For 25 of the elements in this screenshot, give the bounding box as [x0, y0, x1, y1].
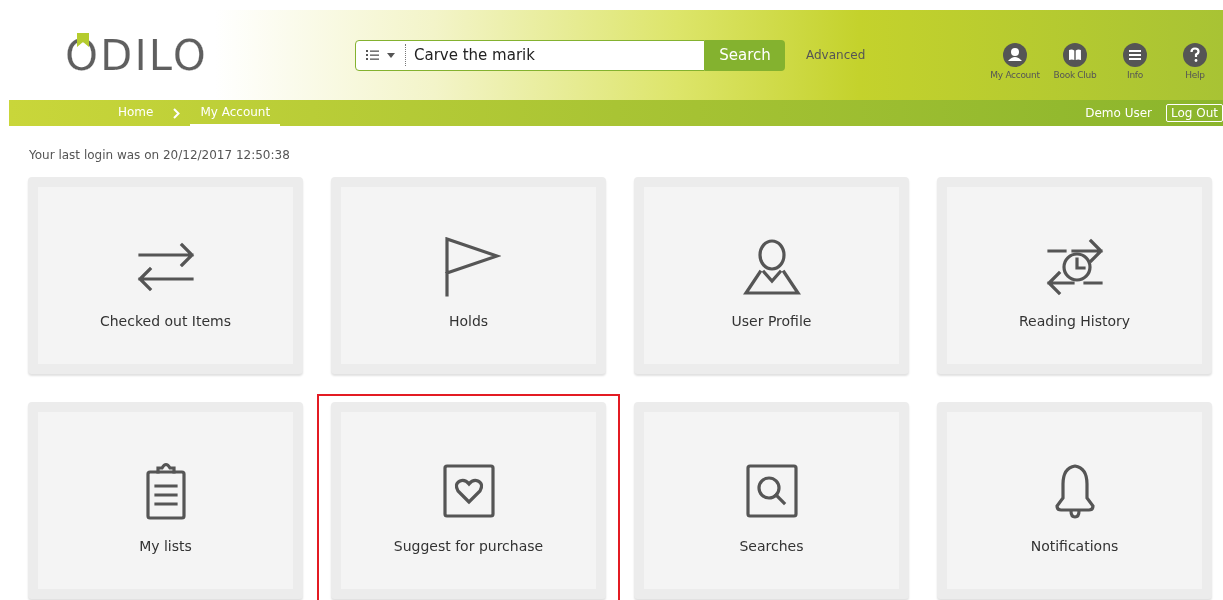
- book-circle-icon: [1063, 42, 1087, 67]
- user-name: Demo User: [1085, 106, 1152, 120]
- menu-tile[interactable]: Holds: [331, 177, 606, 374]
- last-login-text: Your last login was on 20/12/2017 12:50:38: [29, 148, 291, 162]
- logo[interactable]: ODILO: [65, 30, 208, 80]
- user-circle-icon: [1003, 42, 1027, 67]
- search-field[interactable]: Carve the marik: [355, 39, 705, 71]
- menu-tile[interactable]: Reading History: [937, 177, 1212, 374]
- help-icon: [1183, 42, 1207, 67]
- header-link[interactable]: Help: [1167, 42, 1223, 80]
- menu-tile[interactable]: User Profile: [634, 177, 909, 374]
- header-link[interactable]: Book Club: [1047, 42, 1103, 80]
- menu-tile[interactable]: Notifications: [937, 402, 1212, 599]
- menu-tile[interactable]: Searches: [634, 402, 909, 599]
- header-link[interactable]: Info: [1107, 42, 1163, 80]
- advanced-search-link[interactable]: Advanced: [806, 48, 866, 62]
- chevron-right-icon: [173, 107, 181, 119]
- menu-tile[interactable]: Suggest for purchase: [331, 402, 606, 599]
- caret-icon: [387, 52, 395, 58]
- menu-circle-icon: [1123, 42, 1147, 67]
- menu-tile[interactable]: My lists: [28, 402, 303, 599]
- header-link[interactable]: My Account: [987, 42, 1043, 80]
- list-icon: [366, 50, 379, 60]
- search-input[interactable]: Carve the marik: [406, 45, 704, 65]
- menu-tile[interactable]: Checked out Items: [28, 177, 303, 374]
